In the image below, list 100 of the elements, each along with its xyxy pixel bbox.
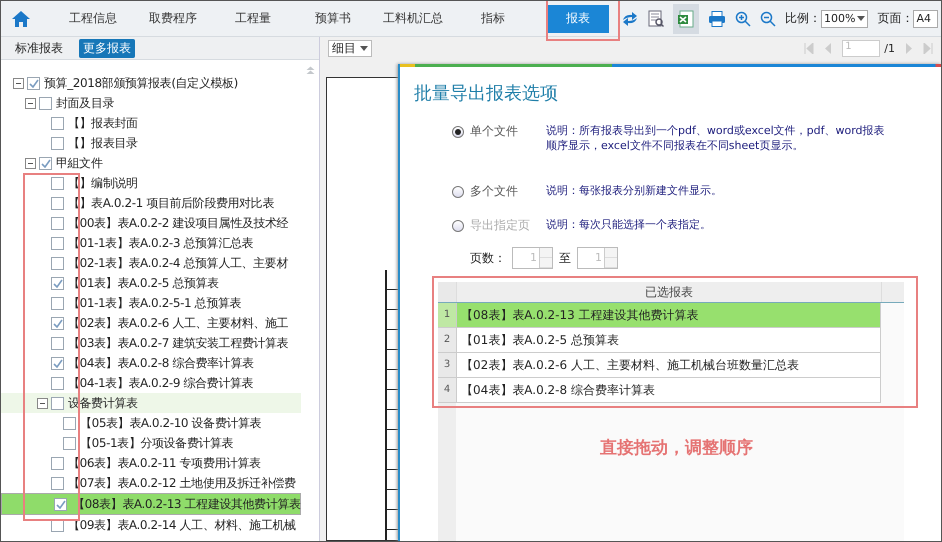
radio-option[interactable]: 单个文件 [452,123,546,140]
table-row[interactable]: 4 【04表】表A.0.2-8 综合费率计算表 [438,378,881,403]
tree-item[interactable]: 【05表】表A.0.2-10 设备费计算表 [1,413,301,433]
scroll-up-icon[interactable] [306,66,314,74]
collapse-icon[interactable] [13,78,24,88]
next-page-icon[interactable] [905,42,913,54]
tree-item[interactable]: 【00表】表A.0.2-2 建设项目属性及技术经 [1,213,301,233]
tree-item[interactable]: 【08表】表A.0.2-13 工程建设其他费计算表 [1,493,301,515]
tab[interactable]: 取费程序 [133,4,213,32]
report-name-cell: 【02表】表A.0.2-6 人工、主要材料、施工机械台班数量汇总表 [456,353,881,377]
tab[interactable]: 工料机汇总 [373,4,453,32]
report-name-cell: 【01表】表A.0.2-5 总预算表 [456,328,881,352]
tab[interactable]: 指标 [453,4,533,32]
scale-select[interactable]: 100% [821,10,868,28]
checkbox[interactable] [51,456,64,470]
previous-page-icon[interactable] [824,42,832,54]
tree-item[interactable]: 【02-1表】表A.0.2-4 总预算人工、主要材 [1,253,301,273]
tree-item-label: 【02-1表】表A.0.2-4 总预算人工、主要材 [68,254,288,272]
home-icon[interactable] [11,10,31,28]
tree-item[interactable]: 【07表】表A.0.2-12 土地使用及拆迁补偿费 [1,473,301,493]
tree-item-label: 【05表】表A.0.2-10 设备费计算表 [80,414,262,432]
checkbox[interactable] [39,96,52,110]
checkbox[interactable] [51,276,64,290]
page-size-label: 页面： [877,10,914,27]
refresh-icon[interactable] [621,12,639,26]
tree-item[interactable]: 封面及目录 [1,93,301,113]
option-description: 说明：每张报表分别新建文件显示。 [546,183,723,198]
option-description: 说明：所有报表导出到一个pdf、word或excel文件，pdf、word报表顺序显示，excel文件不同报表在不同sheet页显示。 [546,123,886,153]
table-row[interactable]: 3 【02表】表A.0.2-6 人工、主要材料、施工机械台班数量汇总表 [438,353,881,378]
print-icon[interactable] [708,10,726,26]
last-page-icon[interactable] [923,42,933,54]
row-number: 1 [438,303,456,327]
tab[interactable]: 工程信息 [53,4,133,32]
tree-item-label: 【06表】表A.0.2-11 专项费用计算表 [68,454,261,472]
tree-item[interactable]: 【04表】表A.0.2-8 综合费率计算表 [1,353,301,373]
checkbox[interactable] [51,116,64,130]
checkbox[interactable] [51,136,64,150]
checkbox[interactable] [51,316,64,330]
tree-item-label: 【04-1表】表A.0.2-9 综合费计算表 [68,374,254,392]
checkbox[interactable] [51,376,64,390]
tree-item[interactable]: 【01-1表】表A.0.2-3 总预算汇总表 [1,233,301,253]
tree-item[interactable]: 【】报表封面 [1,113,301,133]
checkbox[interactable] [51,236,64,250]
checkbox[interactable] [51,176,64,190]
checkbox[interactable] [51,396,64,410]
tree-item[interactable]: 预算_2018部颁预算报表(自定义模板) [1,73,301,93]
tree-item-label: 【】报表封面 [68,114,138,132]
more-reports-button[interactable]: 更多报表 [79,38,135,58]
range-separator: 至 [559,250,571,266]
checkbox[interactable] [51,336,64,350]
checkbox[interactable] [51,196,64,210]
page-size-select[interactable]: A4 [913,10,938,28]
zoom-out-icon[interactable] [760,10,776,26]
tree-item[interactable]: 【】报表目录 [1,133,301,153]
view-select[interactable]: 细目 [328,40,372,56]
tree-item-label: 【】报表目录 [68,134,138,152]
checkbox[interactable] [39,156,52,170]
checkbox[interactable] [51,256,64,270]
tab[interactable]: 报表 [547,4,609,32]
checkbox[interactable] [51,476,64,490]
excel-export-icon[interactable] [673,4,699,34]
tree-item[interactable]: 【】表A.0.2-1 项目前后阶段费用对比表 [1,193,301,213]
tab[interactable]: 工程量 [213,4,293,32]
table-row[interactable]: 2 【01表】表A.0.2-5 总预算表 [438,328,881,353]
tab[interactable]: 预算书 [293,4,373,32]
checkbox[interactable] [63,416,76,430]
radio-option[interactable]: 多个文件 [452,183,546,200]
tree-item-label: 【】编制说明 [68,174,138,192]
tree-item-label: 封面及目录 [56,94,114,112]
collapse-icon[interactable] [25,158,36,168]
zoom-in-icon[interactable] [735,10,751,26]
tree-item[interactable]: 【01表】表A.0.2-5 总预算表 [1,273,301,293]
checkbox[interactable] [51,296,64,310]
tree-item[interactable]: 【04-1表】表A.0.2-9 综合费计算表 [1,373,301,393]
tree-item[interactable]: 【】编制说明 [1,173,301,193]
tree-item[interactable]: 【05-1表】分项设备费计算表 [1,433,301,453]
table-row[interactable]: 1 【08表】表A.0.2-13 工程建设其他费计算表 [438,303,881,328]
tree-item[interactable]: 【03表】表A.0.2-7 建筑安装工程费计算表 [1,333,301,353]
tree-item[interactable]: 【02表】表A.0.2-6 人工、主要材料、施工 [1,313,301,333]
report-name-cell: 【04表】表A.0.2-8 综合费率计算表 [456,378,881,402]
tree-item-label: 【07表】表A.0.2-12 土地使用及拆迁补偿费 [68,474,296,492]
first-page-icon[interactable] [804,42,814,54]
collapse-icon[interactable] [25,98,36,108]
tree-item-label: 甲組文件 [56,154,102,172]
tree-item[interactable]: 【06表】表A.0.2-11 专项费用计算表 [1,453,301,473]
preview-icon[interactable] [648,10,664,28]
column-header: 已选报表 [456,282,881,302]
tree-item[interactable]: 【01-1表】表A.0.2-5-1 总预算表 [1,293,301,313]
checkbox[interactable] [51,216,64,230]
tree-item-label: 【】表A.0.2-1 项目前后阶段费用对比表 [68,194,274,212]
checkbox[interactable] [51,356,64,370]
page-total: /1 [884,42,895,54]
row-number: 4 [438,378,456,402]
checkbox[interactable] [63,436,76,450]
tree-item-label: 【01表】表A.0.2-5 总预算表 [68,274,219,292]
tree-item-label: 【00表】表A.0.2-2 建设项目属性及技术经 [68,214,288,232]
tree-item[interactable]: 甲組文件 [1,153,301,173]
checkbox[interactable] [27,76,40,90]
collapse-icon[interactable] [37,398,48,408]
checkbox[interactable] [54,498,67,510]
